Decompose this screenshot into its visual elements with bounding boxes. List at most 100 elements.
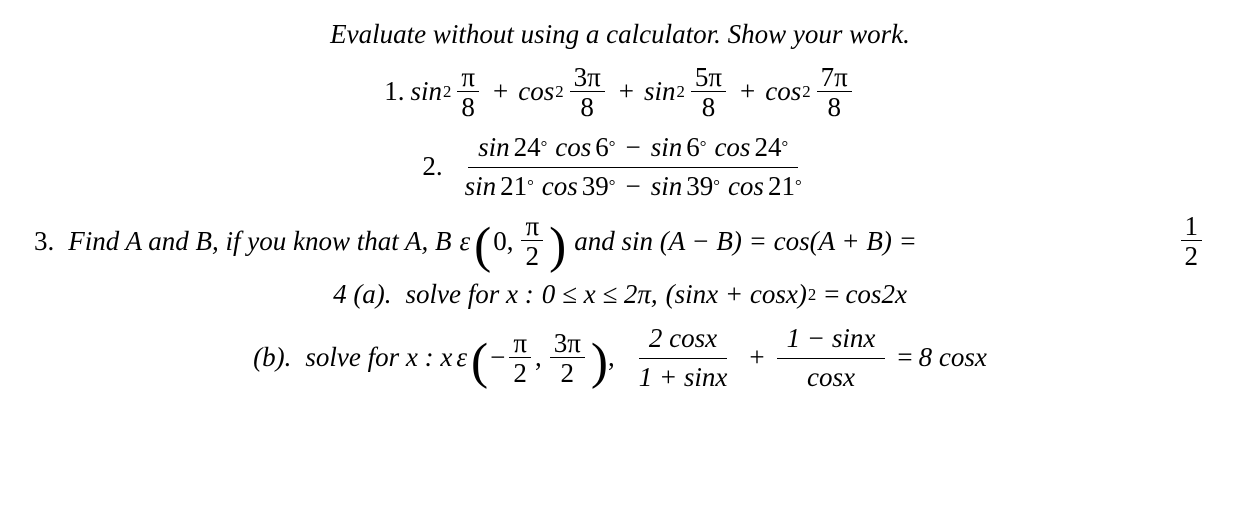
- big-numerator: 2 cosx: [639, 320, 727, 359]
- angle: 24: [514, 131, 541, 165]
- degree-symbol: °: [609, 137, 616, 158]
- angle: 21: [768, 170, 795, 204]
- plus-op: +: [740, 75, 755, 109]
- problem-3: 3. Find A and B, if you know that A, B ε…: [30, 213, 1210, 270]
- comma: ,: [608, 341, 615, 375]
- fraction: 7π 8: [817, 64, 852, 121]
- plus-op: +: [749, 341, 764, 375]
- degree-symbol: °: [527, 176, 534, 197]
- equals-op: =: [897, 341, 912, 375]
- plus-op: +: [493, 75, 508, 109]
- cos-fn: cos: [728, 170, 764, 204]
- sin-fn: sin: [651, 131, 683, 165]
- denominator: 2: [509, 358, 531, 387]
- problem-2: 2. sin24° cos6° − sin6° cos24° sin21° co…: [422, 129, 817, 206]
- denominator: 8: [576, 92, 598, 121]
- exponent: 2: [555, 82, 563, 103]
- problem-3-lead: Find A and B, if you know that A, B: [68, 225, 451, 259]
- sin-fn: sin: [410, 75, 442, 109]
- problem-3-label: 3.: [34, 225, 54, 259]
- fraction: 3π 2: [550, 330, 585, 387]
- numerator: π: [509, 330, 531, 358]
- denominator: 8: [823, 92, 845, 121]
- cos-fn: cos: [765, 75, 801, 109]
- problem-4a-label: 4 (a).: [333, 278, 391, 312]
- problem-3-mid: and sin (A − B) = cos(A + B) =: [574, 225, 917, 259]
- big-fraction: 2 cosx 1 + sinx: [629, 320, 738, 397]
- cos-fn: cos: [542, 170, 578, 204]
- denominator: 8: [457, 92, 479, 121]
- sin-fn: sin: [644, 75, 676, 109]
- numerator: 3π: [570, 64, 605, 92]
- angle: 24: [754, 131, 781, 165]
- denominator: 2: [1181, 241, 1203, 270]
- degree-symbol: °: [700, 137, 707, 158]
- big-fraction: sin24° cos6° − sin6° cos24° sin21° cos39…: [455, 129, 812, 206]
- big-denominator: 1 + sinx: [629, 359, 738, 397]
- sin-fn: sin: [651, 170, 683, 204]
- instruction-text: Evaluate without using a calculator. Sho…: [330, 18, 910, 52]
- big-fraction: 1 − sinx cosx: [777, 320, 886, 397]
- angle: 39: [686, 170, 713, 204]
- fraction: 3π 8: [570, 64, 605, 121]
- degree-symbol: °: [541, 137, 548, 158]
- big-denominator: cosx: [797, 359, 865, 397]
- fraction: 1 2: [1181, 213, 1203, 270]
- problem-4a: 4 (a). solve for x : 0 ≤ x ≤ 2π, (sinx +…: [333, 278, 907, 312]
- interval-low: 0: [493, 225, 507, 259]
- denominator: 2: [557, 358, 579, 387]
- numerator: 5π: [691, 64, 726, 92]
- fraction: 5π 8: [691, 64, 726, 121]
- sin-fn: sin: [478, 131, 510, 165]
- big-numerator: sin24° cos6° − sin6° cos24°: [468, 129, 798, 168]
- problem-4b-rhs: 8 cosx: [919, 341, 987, 375]
- cos-fn: cos: [714, 131, 750, 165]
- denominator: 2: [522, 241, 544, 270]
- comma: ,: [507, 225, 514, 259]
- problem-4a-lead: solve for x :: [406, 278, 534, 312]
- math-problem-set: Evaluate without using a calculator. Sho…: [0, 0, 1240, 514]
- problem-4a-lhs: (sinx + cosx): [666, 278, 807, 312]
- problem-4a-rhs: cos2x: [845, 278, 906, 312]
- problem-2-label: 2.: [422, 150, 442, 184]
- fraction: π 2: [509, 330, 531, 387]
- minus-op: −: [626, 131, 641, 165]
- numerator: 3π: [550, 330, 585, 358]
- angle: 6: [595, 131, 609, 165]
- degree-symbol: °: [781, 137, 788, 158]
- negative-sign: −: [490, 341, 505, 375]
- problem-4b-label: (b).: [253, 341, 291, 375]
- numerator: 7π: [817, 64, 852, 92]
- degree-symbol: °: [609, 176, 616, 197]
- cos-fn: cos: [518, 75, 554, 109]
- problem-4b: (b). solve for x : x ε ( − π 2 , 3π 2 ) …: [253, 320, 987, 397]
- denominator: 8: [698, 92, 720, 121]
- exponent: 2: [802, 82, 810, 103]
- big-denominator: sin21° cos39° − sin39° cos21°: [455, 168, 812, 206]
- fraction: π 2: [521, 213, 543, 270]
- epsilon-symbol: ε: [459, 225, 470, 259]
- minus-op: −: [626, 170, 641, 204]
- cos-fn: cos: [555, 131, 591, 165]
- angle: 39: [582, 170, 609, 204]
- numerator: 1: [1181, 213, 1203, 241]
- problem-1: 1. sin2 π 8 + cos2 3π 8 + sin2 5π 8 + co…: [384, 64, 856, 121]
- fraction: π 8: [457, 64, 479, 121]
- degree-symbol: °: [795, 176, 802, 197]
- angle: 21: [500, 170, 527, 204]
- problem-4a-range: 0 ≤ x ≤ 2π,: [542, 278, 658, 312]
- problem-1-label: 1.: [384, 75, 404, 109]
- plus-op: +: [619, 75, 634, 109]
- numerator: π: [521, 213, 543, 241]
- angle: 6: [686, 131, 700, 165]
- epsilon-symbol: ε: [456, 341, 467, 375]
- exponent: 2: [443, 82, 451, 103]
- degree-symbol: °: [713, 176, 720, 197]
- sin-fn: sin: [465, 170, 497, 204]
- exponent: 2: [808, 285, 816, 306]
- numerator: π: [457, 64, 479, 92]
- exponent: 2: [677, 82, 685, 103]
- equals-op: =: [824, 278, 839, 312]
- comma: ,: [535, 341, 542, 375]
- big-numerator: 1 − sinx: [777, 320, 886, 359]
